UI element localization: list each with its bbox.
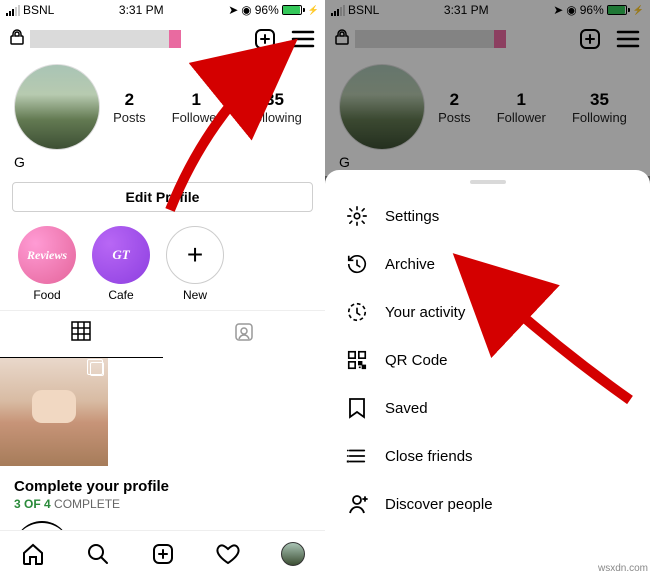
discover-people-icon xyxy=(345,492,369,516)
carrier-label: BSNL xyxy=(23,3,54,17)
battery-icon xyxy=(282,5,305,15)
status-bar: BSNL 3:31 PM ➤ ◉ 96% ⚡ xyxy=(0,0,325,20)
nav-search[interactable] xyxy=(86,542,110,566)
nav-activity[interactable] xyxy=(216,542,240,566)
complete-profile-progress: 3 OF 4 COMPLETE xyxy=(14,497,311,511)
menu-item-label: Archive xyxy=(385,256,435,273)
highlight-food[interactable]: Reviews Food xyxy=(18,226,76,302)
bottom-nav xyxy=(0,530,325,576)
edit-profile-button[interactable]: Edit Profile xyxy=(12,182,313,212)
sheet-drag-handle[interactable] xyxy=(470,180,506,184)
archive-icon xyxy=(345,252,369,276)
menu-item-archive[interactable]: Archive xyxy=(325,240,650,288)
tab-grid[interactable] xyxy=(0,311,163,358)
menu-item-label: Discover people xyxy=(385,496,493,513)
menu-item-close-friends[interactable]: Close friends xyxy=(325,432,650,480)
complete-profile-heading: Complete your profile xyxy=(14,478,311,495)
qrcode-icon xyxy=(345,348,369,372)
lock-icon[interactable] xyxy=(10,29,24,50)
carousel-icon xyxy=(90,362,104,376)
charging-bolt-icon: ⚡ xyxy=(308,5,319,16)
phone-right-menu-sheet: BSNL 3:31 PM ➤ ◉ 96% ⚡ xyxy=(325,0,650,576)
nav-home[interactable] xyxy=(21,542,45,566)
menu-item-settings[interactable]: Settings xyxy=(325,192,650,240)
menu-item-activity[interactable]: Your activity xyxy=(325,288,650,336)
profile-topbar xyxy=(0,20,325,58)
nav-create[interactable] xyxy=(151,542,175,566)
battery-ring-icon: ◉ xyxy=(241,3,251,17)
status-time: 3:31 PM xyxy=(119,3,164,17)
profile-header-row: 2 Posts 1 Follower 35 Following xyxy=(0,58,325,150)
activity-icon xyxy=(345,300,369,324)
saved-icon xyxy=(345,396,369,420)
options-bottom-sheet: Settings Archive Your activity QR Code S… xyxy=(325,170,650,576)
story-highlights: Reviews Food GT Cafe + New xyxy=(0,218,325,310)
menu-item-qrcode[interactable]: QR Code xyxy=(325,336,650,384)
watermark: wsxdn.com xyxy=(598,563,648,574)
profile-avatar[interactable] xyxy=(14,64,100,150)
settings-icon xyxy=(345,204,369,228)
stat-following[interactable]: 35 Following xyxy=(247,90,302,125)
highlight-new[interactable]: + New xyxy=(166,226,224,302)
close-friends-icon xyxy=(345,444,369,468)
stat-followers[interactable]: 1 Follower xyxy=(172,90,221,125)
post-thumbnail[interactable] xyxy=(0,358,108,466)
posts-grid xyxy=(0,358,325,466)
create-post-button[interactable] xyxy=(253,27,277,51)
signal-bars-icon xyxy=(6,5,20,16)
username-dropdown[interactable] xyxy=(30,30,175,48)
menu-item-label: Close friends xyxy=(385,448,473,465)
display-name: G xyxy=(0,150,325,176)
menu-item-label: Saved xyxy=(385,400,428,417)
stat-posts[interactable]: 2 Posts xyxy=(113,90,146,125)
phone-left-profile: BSNL 3:31 PM ➤ ◉ 96% ⚡ xyxy=(0,0,325,576)
menu-item-label: Settings xyxy=(385,208,439,225)
battery-pct: 96% xyxy=(255,3,279,17)
menu-item-label: Your activity xyxy=(385,304,465,321)
profile-tabs xyxy=(0,310,325,358)
nav-avatar-icon xyxy=(281,542,305,566)
hamburger-menu-button[interactable] xyxy=(291,29,315,49)
tab-tagged[interactable] xyxy=(163,311,326,358)
nav-profile[interactable] xyxy=(281,542,305,566)
menu-item-saved[interactable]: Saved xyxy=(325,384,650,432)
complete-profile-section: Complete your profile 3 OF 4 COMPLETE xyxy=(0,466,325,515)
location-icon: ➤ xyxy=(228,3,238,17)
menu-item-label: QR Code xyxy=(385,352,448,369)
menu-item-discover[interactable]: Discover people xyxy=(325,480,650,528)
highlight-cafe[interactable]: GT Cafe xyxy=(92,226,150,302)
